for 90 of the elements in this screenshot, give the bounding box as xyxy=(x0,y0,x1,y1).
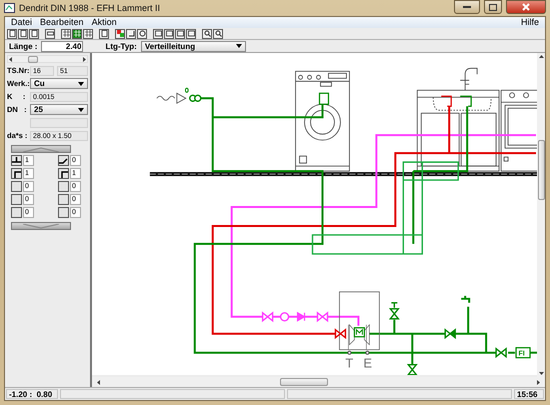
valve-icon xyxy=(262,311,274,322)
clock-text: 15:56 xyxy=(514,389,544,399)
fitting-button[interactable] xyxy=(58,155,69,166)
maximize-button[interactable] xyxy=(484,0,502,14)
down-arrow-icon xyxy=(538,371,544,376)
toolbar-button[interactable] xyxy=(175,28,185,38)
caret-icon xyxy=(78,82,84,86)
pipe-type-label: Ltg-Typ: xyxy=(105,42,137,50)
toolbar-button[interactable] xyxy=(186,28,196,38)
connection-label: E xyxy=(363,356,372,371)
toolbar-button[interactable] xyxy=(202,28,212,38)
supply-valve-drawing xyxy=(156,88,202,104)
toolbar-button[interactable] xyxy=(72,28,82,38)
fitting-button[interactable] xyxy=(58,168,69,179)
menu-item[interactable]: Aktion xyxy=(88,17,121,28)
app-icon xyxy=(4,3,15,13)
fitting-button[interactable] xyxy=(11,155,22,166)
value-dropdown[interactable]: Cu xyxy=(30,78,88,89)
elbow-fitting-icon xyxy=(12,169,21,178)
check-valve-icon xyxy=(296,312,306,322)
close-icon xyxy=(522,3,530,11)
scroll-thumb[interactable] xyxy=(280,378,328,386)
water-heater-drawing xyxy=(339,291,380,355)
tool-icon xyxy=(138,30,146,37)
scroll-thumb[interactable] xyxy=(28,56,38,62)
chevron-up-icon xyxy=(21,146,61,152)
toolbar-button[interactable] xyxy=(18,28,28,38)
ruler-icon xyxy=(46,30,54,37)
pump-icon xyxy=(280,312,290,322)
zoom-icon xyxy=(214,30,222,37)
valve-icon xyxy=(495,347,507,358)
caret-icon xyxy=(78,108,84,112)
toolbar-button[interactable] xyxy=(61,28,71,38)
left-arrow-icon xyxy=(8,56,13,62)
toolbar-button[interactable] xyxy=(213,28,223,38)
toolbar-button[interactable] xyxy=(153,28,163,38)
scroll-down-button[interactable] xyxy=(11,222,71,230)
length-field[interactable]: 2.40 xyxy=(41,40,84,52)
caret-icon xyxy=(236,44,242,48)
valve-icon xyxy=(334,328,346,340)
menu-item[interactable]: Datei xyxy=(7,17,36,28)
toolbar-button[interactable] xyxy=(126,28,136,38)
right-arrow-icon xyxy=(536,380,541,384)
toolbar-button[interactable] xyxy=(83,28,93,38)
grid-icon xyxy=(62,30,70,37)
air-vent-icon xyxy=(390,302,398,308)
chevron-down-icon xyxy=(21,224,61,228)
color-icon xyxy=(116,30,124,37)
pipe-type-dropdown[interactable]: Verteilleitung xyxy=(140,40,246,52)
close-button[interactable] xyxy=(506,0,546,14)
maximize-icon xyxy=(489,4,497,10)
toolbar-button[interactable] xyxy=(99,28,109,38)
up-arrow-icon xyxy=(538,54,544,59)
window-title: Dendrit DIN 1988 - EFH Lammert II xyxy=(19,3,160,13)
right-arrow-icon xyxy=(82,56,87,62)
toolbar-button[interactable] xyxy=(7,28,17,38)
menu-item[interactable]: Bearbeiten xyxy=(36,17,88,28)
minimize-icon xyxy=(463,6,471,8)
tee-fitting-icon xyxy=(12,156,21,165)
toolbar-button[interactable] xyxy=(29,28,39,38)
scrollbar[interactable] xyxy=(7,55,88,63)
toolbar-button[interactable] xyxy=(164,28,174,38)
empty-field xyxy=(30,118,88,128)
corner-icon xyxy=(128,30,134,37)
bend-fitting-icon xyxy=(59,156,68,165)
length-label: Länge : xyxy=(9,42,38,50)
toolbar-button[interactable] xyxy=(45,28,55,38)
menu-item[interactable]: Hilfe xyxy=(516,17,543,28)
grid-icon xyxy=(84,30,92,37)
left-arrow-icon xyxy=(96,380,101,384)
value-dropdown[interactable]: 25 xyxy=(30,104,88,115)
valve-icon xyxy=(406,364,418,375)
grid-icon xyxy=(74,30,80,37)
elbow-fitting-icon xyxy=(59,169,68,178)
coordinates-text: -1.20 : 0.80 xyxy=(6,389,58,399)
toolbar-button[interactable] xyxy=(115,28,125,38)
zoom-icon xyxy=(204,30,210,37)
water-meter-icon xyxy=(515,347,538,358)
minimize-button[interactable] xyxy=(454,0,480,14)
valve-icon xyxy=(444,328,456,340)
scrollbar[interactable] xyxy=(92,377,545,387)
valve-icon xyxy=(316,311,328,322)
tap-icon xyxy=(460,294,470,304)
scrollbar[interactable] xyxy=(537,53,545,377)
connection-label: T xyxy=(345,356,354,371)
page-icon xyxy=(100,30,108,37)
valve-icon xyxy=(388,308,400,320)
scroll-thumb[interactable] xyxy=(538,140,544,200)
fitting-button[interactable] xyxy=(11,168,22,179)
toolbar-button[interactable] xyxy=(137,28,147,38)
